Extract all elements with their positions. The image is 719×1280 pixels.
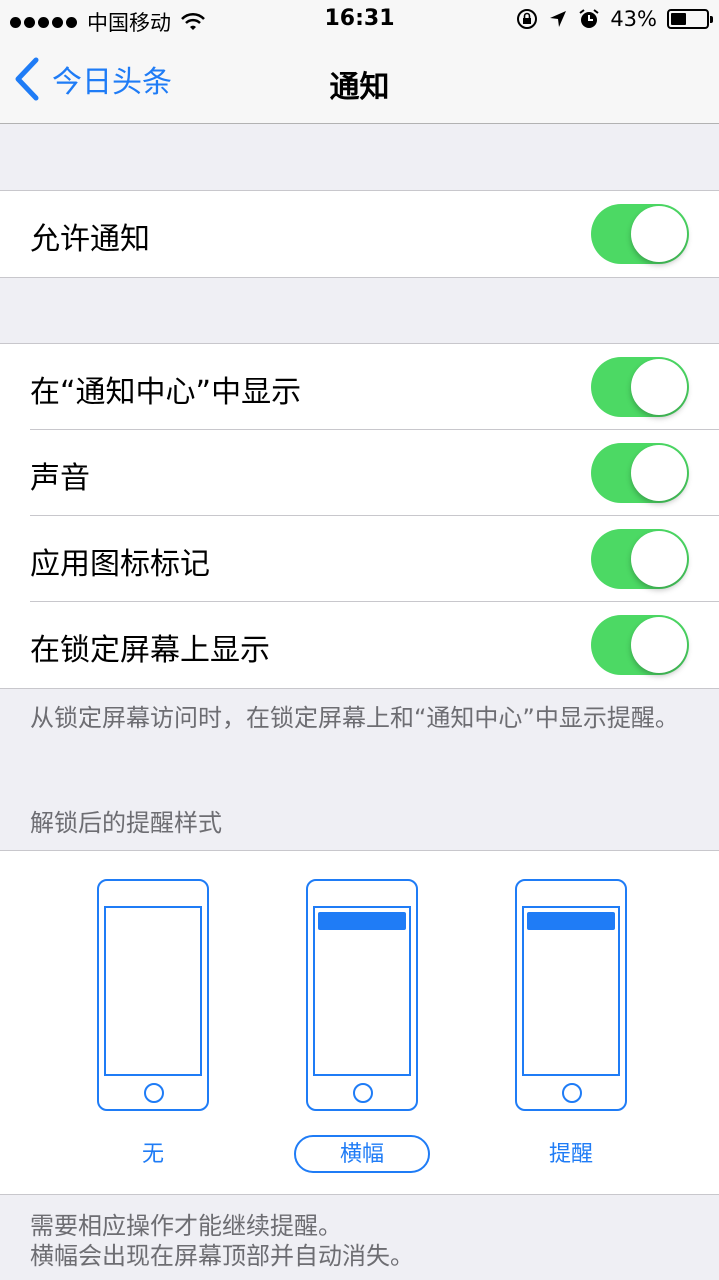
phone-illustration-banner — [306, 879, 418, 1111]
status-bar: 中国移动 16:31 43% — [0, 0, 719, 40]
toggle-knob — [631, 445, 687, 501]
alert-style-footnote-line1: 需要相应操作才能继续提醒。 — [30, 1212, 342, 1240]
allow-notifications-label: 允许通知 — [30, 222, 150, 257]
sounds-label: 声音 — [30, 461, 90, 496]
phone-screen — [522, 906, 620, 1076]
allow-notifications-toggle[interactable] — [591, 204, 689, 264]
phone-illustration-none — [97, 879, 209, 1111]
phone-screen — [104, 906, 202, 1076]
show-on-lock-screen-label: 在锁定屏幕上显示 — [30, 633, 270, 668]
allow-notifications-row: 允许通知 — [0, 191, 719, 277]
banner-shape — [318, 912, 406, 930]
rotation-lock-icon — [517, 9, 538, 29]
alert-style-footnote: 需要相应操作才能继续提醒。 横幅会出现在屏幕顶部并自动消失。 — [30, 1211, 690, 1271]
toggle-knob — [631, 206, 687, 262]
sounds-row: 声音 — [0, 430, 719, 516]
alert-style-label-none[interactable]: 无 — [85, 1135, 221, 1173]
battery-percent: 43% — [610, 7, 657, 31]
page-title: 通知 — [329, 70, 390, 105]
sounds-toggle[interactable] — [591, 443, 689, 503]
badge-app-icon-toggle[interactable] — [591, 529, 689, 589]
phone-screen — [313, 906, 411, 1076]
alert-style-label-alert[interactable]: 提醒 — [503, 1135, 639, 1173]
alert-style-label-banner[interactable]: 横幅 — [294, 1135, 430, 1173]
badge-app-icon-row: 应用图标标记 — [0, 516, 719, 602]
location-arrow-icon — [550, 11, 567, 27]
notification-settings-group: 在“通知中心”中显示 声音 应用图标标记 在锁定屏幕上显示 — [0, 343, 719, 689]
show-on-lock-screen-toggle[interactable] — [591, 615, 689, 675]
toggle-knob — [631, 617, 687, 673]
alarm-icon — [579, 9, 599, 28]
battery-icon — [667, 9, 713, 29]
battery-fill — [671, 13, 686, 25]
show-on-lock-screen-row: 在锁定屏幕上显示 — [0, 602, 719, 688]
show-in-center-toggle[interactable] — [591, 357, 689, 417]
alert-shape — [527, 912, 615, 930]
phone-illustration-alert — [515, 879, 627, 1111]
alert-style-header: 解锁后的提醒样式 — [30, 809, 222, 837]
badge-app-icon-label: 应用图标标记 — [30, 547, 210, 582]
show-in-center-row: 在“通知中心”中显示 — [0, 344, 719, 430]
lock-screen-footnote: 从锁定屏幕访问时，在锁定屏幕上和“通知中心”中显示提醒。 — [30, 704, 679, 732]
alert-style-panel: 无 横幅 提醒 — [0, 850, 719, 1195]
alert-style-footnote-line2: 横幅会出现在屏幕顶部并自动消失。 — [30, 1242, 414, 1270]
toggle-knob — [631, 531, 687, 587]
toggle-knob — [631, 359, 687, 415]
allow-notifications-group: 允许通知 — [0, 190, 719, 278]
navigation-bar: 今日头条 通知 — [0, 40, 719, 124]
home-button-shape — [144, 1083, 164, 1103]
show-in-center-label: 在“通知中心”中显示 — [30, 375, 302, 410]
status-right: 43% — [516, 7, 713, 31]
home-button-shape — [353, 1083, 373, 1103]
home-button-shape — [562, 1083, 582, 1103]
